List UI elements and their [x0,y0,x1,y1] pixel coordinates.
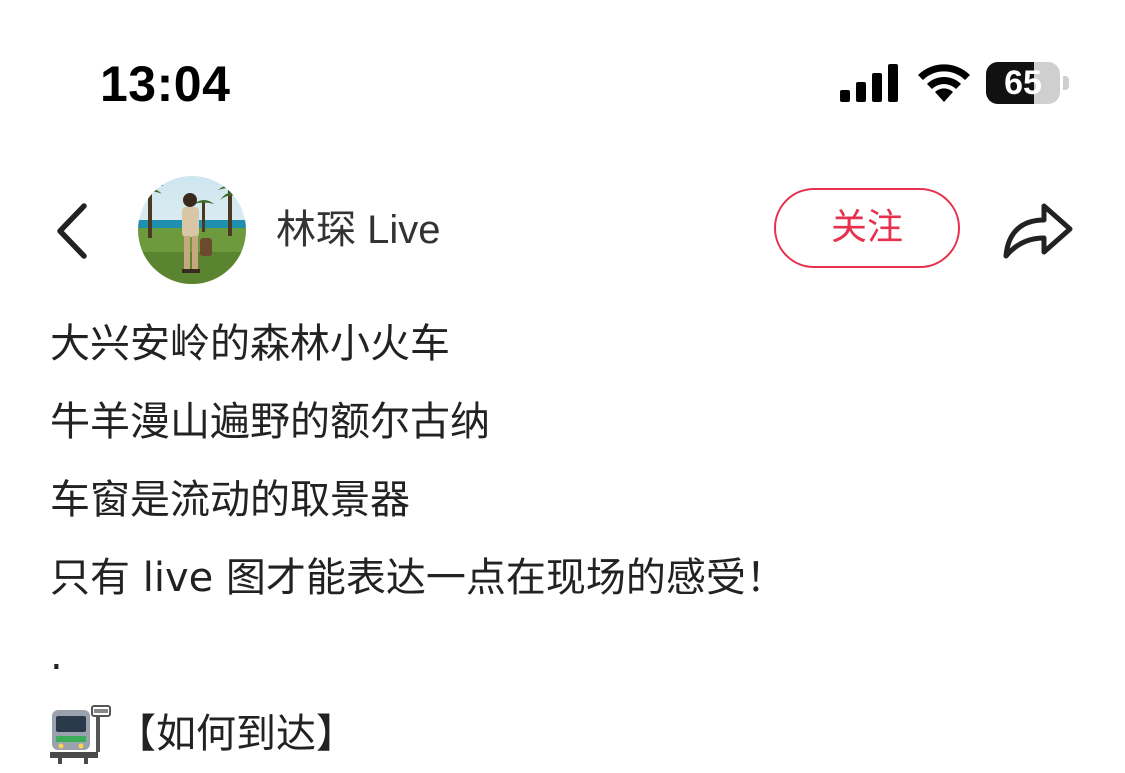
post-text-line: 车窗是流动的取景器 [50,477,410,523]
author-name[interactable]: 林琛 Live [276,204,441,256]
share-arrow-icon[interactable] [1000,198,1074,260]
post-text-line: 大兴安岭的森林小火车 [50,321,450,367]
follow-button[interactable]: 关注 [774,188,960,268]
post-header: 林琛 Live 关注 [0,170,1125,290]
wifi-icon [918,64,970,102]
avatar[interactable] [138,176,246,284]
post-text-line: 只有 live 图才能表达一点在现场的感受！ [50,555,786,601]
battery-icon: 65 [986,62,1070,104]
route-heading-line: 【如何到达】 [50,695,1090,773]
signal-icon [840,64,898,102]
train-icon [50,705,111,764]
status-bar: 13:04 65 [0,0,1125,150]
status-time: 13:04 [100,56,231,112]
avatar-image [138,176,246,284]
battery-body: 65 [986,62,1060,104]
post-content: 大兴安岭的森林小火车 牛羊漫山遍野的额尔古纳 车窗是流动的取景器 只有 live… [50,305,1090,773]
battery-level: 65 [1004,64,1042,102]
post-text-line: 牛羊漫山遍野的额尔古纳 [50,399,490,445]
route-heading: 【如何到达】 [116,711,356,757]
battery-cap [1063,76,1069,90]
chevron-left-icon[interactable] [50,200,96,262]
post-separator: . [50,633,63,679]
